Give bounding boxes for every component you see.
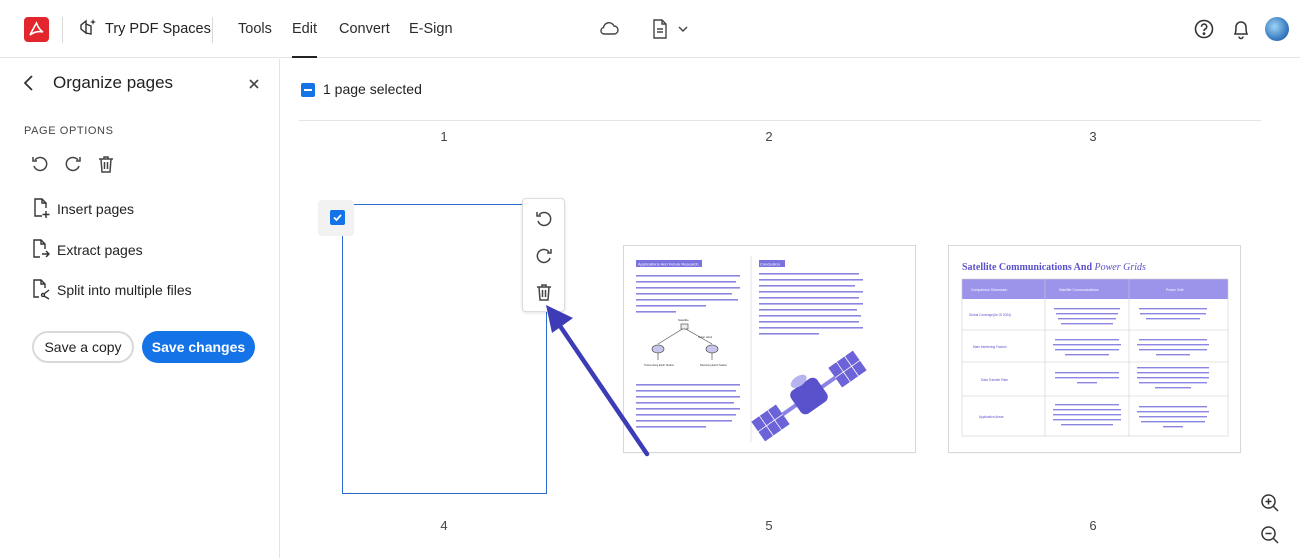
- cloud-icon[interactable]: [598, 18, 620, 40]
- split-file-icon: [32, 278, 50, 303]
- delete-icon[interactable]: [96, 154, 116, 174]
- extract-pages-label: Extract pages: [57, 242, 143, 258]
- back-arrow-icon[interactable]: [20, 73, 38, 93]
- spaces-icon: [78, 17, 98, 41]
- zoom-out-icon[interactable]: [1259, 524, 1281, 546]
- acrobat-logo-icon[interactable]: [24, 17, 49, 42]
- insert-page-icon: [32, 197, 50, 222]
- tab-edit[interactable]: Edit: [292, 0, 317, 58]
- rotate-right-icon[interactable]: [63, 154, 83, 174]
- panel-title: Organize pages: [53, 73, 174, 92]
- chevron-down-icon[interactable]: [677, 23, 689, 35]
- insert-pages-label: Insert pages: [57, 201, 135, 217]
- tab-tools[interactable]: Tools: [238, 0, 272, 58]
- help-icon[interactable]: [1193, 18, 1215, 40]
- close-icon[interactable]: [246, 76, 262, 92]
- divider: [62, 17, 63, 43]
- document-icon[interactable]: [651, 18, 669, 40]
- top-bar: Try PDF Spaces Tools Edit Convert E-Sign: [0, 0, 1300, 58]
- avatar[interactable]: [1265, 17, 1289, 41]
- tab-esign[interactable]: E-Sign: [409, 0, 453, 58]
- organize-pages-panel: Organize pages PAGE OPTIONS Insert pages: [0, 59, 280, 558]
- rotate-left-icon[interactable]: [30, 154, 50, 174]
- split-files-label: Split into multiple files: [57, 282, 192, 298]
- tab-convert[interactable]: Convert: [339, 0, 390, 58]
- bell-icon[interactable]: [1231, 18, 1251, 40]
- annotation-arrow: [546, 305, 650, 457]
- insert-pages-button[interactable]: Insert pages: [32, 197, 134, 221]
- extract-page-icon: [32, 238, 50, 263]
- save-changes-button[interactable]: Save changes: [142, 331, 255, 363]
- page-grid-area: 1 page selected 1 2 3 4 5 6 Applications…: [281, 59, 1300, 558]
- extract-pages-button[interactable]: Extract pages: [32, 238, 143, 262]
- divider: [212, 17, 213, 43]
- spaces-label: Try PDF Spaces: [105, 21, 211, 37]
- page-options-header: PAGE OPTIONS: [24, 125, 114, 137]
- split-files-button[interactable]: Split into multiple files: [32, 278, 192, 302]
- save-copy-button[interactable]: Save a copy: [32, 331, 134, 363]
- zoom-in-icon[interactable]: [1259, 492, 1281, 514]
- try-pdf-spaces-button[interactable]: Try PDF Spaces: [78, 16, 211, 42]
